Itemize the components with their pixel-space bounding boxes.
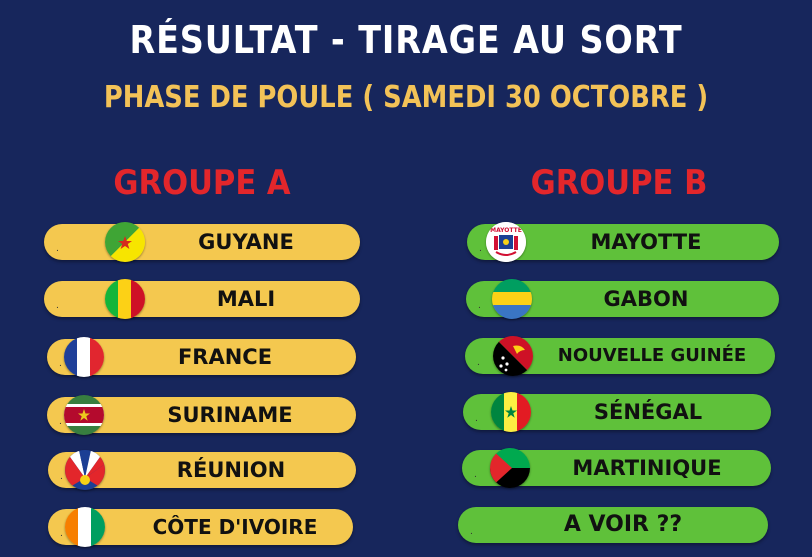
row-marker: . xyxy=(60,529,63,539)
team-name: NOUVELLE GUINÉE xyxy=(557,345,747,366)
row-marker: . xyxy=(60,472,63,482)
ivory-coast-flag-icon xyxy=(65,507,105,547)
row-marker: . xyxy=(475,414,478,424)
mayotte-flag-text: MAYOTTE xyxy=(490,227,522,234)
row-marker: . xyxy=(479,244,482,254)
team-martinique: . MARTINIQUE xyxy=(462,448,771,488)
row-marker: . xyxy=(56,244,59,254)
mali-flag-icon xyxy=(105,279,145,319)
reunion-flag-icon xyxy=(65,450,105,490)
martinique-flag-icon xyxy=(490,448,530,488)
page-subtitle: PHASE DE POULE ( SAMEDI 30 OCTOBRE ) xyxy=(103,80,709,115)
team-name: MAYOTTE xyxy=(590,230,702,254)
papua-new-guinea-flag-icon xyxy=(493,336,533,376)
team-suriname: . SURINAME xyxy=(47,395,356,435)
suriname-flag-icon xyxy=(64,395,104,435)
team-france: . FRANCE xyxy=(47,337,356,377)
row-marker: . xyxy=(478,301,481,311)
team-name: SURINAME xyxy=(167,403,293,427)
mayotte-flag-icon: MAYOTTE xyxy=(486,222,526,262)
team-name: GUYANE xyxy=(198,230,294,254)
gabon-flag-icon xyxy=(492,279,532,319)
team-name: GABON xyxy=(603,287,689,311)
row-marker: . xyxy=(59,417,62,427)
row-marker: . xyxy=(470,527,473,537)
team-cote-divoire: . CÔTE D'IVOIRE xyxy=(48,507,353,547)
row-marker: . xyxy=(59,359,62,369)
team-reunion: . RÉUNION xyxy=(48,450,356,490)
team-guyane: . GUYANE xyxy=(44,222,360,262)
team-name: A VOIR ?? xyxy=(563,512,683,537)
team-name: CÔTE D'IVOIRE xyxy=(152,515,318,539)
group-b-title: GROUPE B xyxy=(530,163,708,203)
team-nouvelle-guinee: . NOUVELLE GUINÉE xyxy=(465,336,775,376)
team-gabon: . GABON xyxy=(466,279,779,319)
team-senegal: . SÉNÉGAL xyxy=(463,392,771,432)
row-marker: . xyxy=(474,470,477,480)
team-name: MALI xyxy=(216,287,276,311)
team-name: SÉNÉGAL xyxy=(593,400,703,424)
group-a-title: GROUPE A xyxy=(113,163,291,203)
team-name: FRANCE xyxy=(177,345,273,369)
french-guiana-flag-icon xyxy=(105,222,145,262)
team-name: MARTINIQUE xyxy=(572,456,722,480)
team-a-voir: . A VOIR ?? xyxy=(458,507,768,543)
team-mali: . MALI xyxy=(44,279,360,319)
senegal-flag-icon xyxy=(491,392,531,432)
team-mayotte: . MAYOTTE MAYOTTE xyxy=(467,222,779,262)
team-name: RÉUNION xyxy=(176,458,286,482)
row-marker: . xyxy=(56,301,59,311)
france-flag-icon xyxy=(64,337,104,377)
page-title: RÉSULTAT - TIRAGE AU SORT xyxy=(129,18,683,62)
row-marker: . xyxy=(477,358,480,368)
